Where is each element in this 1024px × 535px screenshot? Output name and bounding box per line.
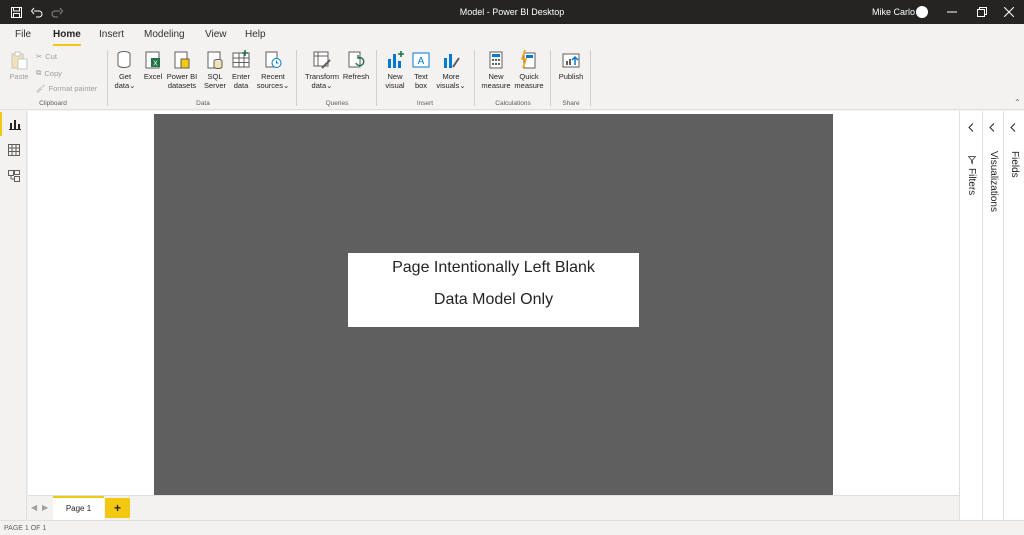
tab-view[interactable]: View — [205, 24, 227, 46]
copy-icon: ⧉ — [36, 68, 42, 77]
dataset-icon — [174, 51, 190, 69]
tab-home[interactable]: Home — [53, 24, 81, 46]
database-icon — [117, 51, 131, 68]
tab-insert[interactable]: Insert — [99, 24, 124, 46]
excel-button[interactable]: X Excel — [142, 50, 164, 81]
next-page-icon[interactable]: ▶ — [42, 503, 48, 512]
model-view-icon[interactable] — [0, 164, 27, 188]
filters-pane[interactable]: Filters — [959, 111, 982, 520]
minimize-icon[interactable] — [937, 0, 967, 24]
copy-button[interactable]: ⧉ Copy — [36, 68, 62, 78]
table-icon — [232, 50, 250, 68]
chevron-left-icon[interactable] — [989, 119, 995, 137]
tab-file[interactable]: File — [15, 24, 31, 46]
text-box-icon: A — [412, 52, 430, 68]
page-tab[interactable]: Page 1 — [53, 496, 104, 520]
chevron-left-icon[interactable] — [968, 119, 974, 137]
group-label-clipboard: Clipboard — [39, 100, 67, 107]
fields-label: Fields — [1009, 151, 1020, 178]
visualizations-label: Visualizations — [988, 151, 999, 212]
fields-pane[interactable]: Fields — [1003, 111, 1024, 520]
quick-measure-button[interactable]: Quick measure — [513, 50, 545, 90]
chevron-down-icon: ⌄ — [282, 81, 290, 90]
collapse-ribbon-icon[interactable]: ⌃ — [1014, 98, 1021, 107]
page-tabs-bar: ◀ ▶ Page 1 + — [28, 495, 959, 520]
left-nav — [0, 111, 27, 520]
transform-icon — [313, 51, 331, 69]
window-title: Model - Power BI Desktop — [459, 7, 565, 17]
ribbon-divider — [296, 50, 297, 106]
sql-server-icon — [207, 51, 223, 69]
report-view-icon[interactable] — [0, 112, 27, 136]
visualizations-pane[interactable]: Visualizations — [982, 111, 1003, 520]
enter-data-button[interactable]: Enter data — [230, 50, 252, 90]
text-line-2: Data Model Only — [433, 291, 554, 308]
calculator-icon — [489, 51, 503, 69]
chevron-down-icon: ⌄ — [129, 81, 136, 90]
report-canvas[interactable]: Page Intentionally Left Blank Data Model… — [28, 111, 959, 495]
text-line-1: Page Intentionally Left Blank — [392, 259, 595, 276]
new-measure-button[interactable]: New measure — [480, 50, 512, 90]
format-painter-button[interactable]: 🖌 Format painter — [36, 84, 97, 93]
transform-data-button[interactable]: Transform data⌄ — [303, 50, 341, 90]
filter-icon — [967, 151, 977, 169]
status-bar: PAGE 1 OF 1 — [0, 520, 1024, 535]
paste-icon — [11, 51, 28, 70]
refresh-icon — [348, 51, 365, 68]
svg-text:X: X — [153, 61, 158, 68]
recent-sources-button[interactable]: Recent sources⌄ — [256, 50, 290, 90]
publish-button[interactable]: Publish — [556, 50, 586, 81]
ribbon-divider — [550, 50, 551, 106]
ribbon-divider — [474, 50, 475, 106]
new-visual-button[interactable]: New visual — [382, 50, 408, 90]
svg-text:A: A — [418, 56, 425, 67]
group-label-queries: Queries — [325, 100, 349, 107]
group-label-data: Data — [196, 100, 210, 107]
menu-bar: File Home Insert Modeling View Help — [0, 24, 1024, 46]
add-page-button[interactable]: + — [105, 498, 130, 518]
paste-label: Paste — [9, 72, 29, 81]
close-icon[interactable] — [994, 0, 1024, 24]
quick-measure-icon — [520, 50, 536, 69]
group-label-insert: Insert — [416, 100, 434, 107]
report-page[interactable]: Page Intentionally Left Blank Data Model… — [154, 114, 833, 495]
ribbon: Paste ✂ Cut ⧉ Copy 🖌 Format painter Clipboa… — [0, 46, 1024, 110]
ribbon-divider — [107, 50, 108, 106]
data-view-icon[interactable] — [0, 138, 27, 162]
refresh-button[interactable]: Refresh — [341, 50, 371, 81]
text-box-visual[interactable]: Page Intentionally Left Blank Data Model… — [348, 253, 639, 327]
excel-icon: X — [145, 51, 160, 69]
more-visuals-button[interactable]: More visuals⌄ — [435, 50, 467, 90]
chevron-left-icon[interactable] — [1010, 119, 1016, 137]
group-label-calculations: Calculations — [495, 100, 531, 107]
bar-chart-icon — [388, 51, 404, 68]
tab-modeling[interactable]: Modeling — [144, 24, 185, 46]
paste-button[interactable]: Paste — [6, 50, 32, 81]
publish-icon — [562, 53, 580, 68]
ribbon-divider — [590, 50, 591, 106]
recent-icon — [265, 51, 282, 68]
restore-icon[interactable] — [967, 0, 997, 24]
text-box-button[interactable]: A Text box — [410, 50, 432, 90]
more-visuals-icon — [444, 54, 460, 68]
filters-label: Filters — [966, 168, 977, 196]
chevron-down-icon: ⌄ — [326, 81, 333, 90]
scissors-icon: ✂ — [36, 52, 43, 61]
sql-server-button[interactable]: SQL Server — [203, 50, 227, 90]
chevron-down-icon: ⌄ — [459, 81, 466, 90]
avatar[interactable] — [916, 6, 928, 18]
title-bar: Model - Power BI Desktop Mike Carlo — [0, 0, 1024, 24]
group-label-share: Share — [562, 100, 580, 107]
cut-button[interactable]: ✂ Cut — [36, 52, 57, 61]
tab-help[interactable]: Help — [245, 24, 266, 46]
power-bi-datasets-button[interactable]: Power BI datasets — [166, 50, 198, 90]
brush-icon: 🖌 — [36, 84, 46, 93]
get-data-button[interactable]: Get data⌄ — [113, 50, 137, 90]
prev-page-icon[interactable]: ◀ — [31, 503, 37, 512]
user-name[interactable]: Mike Carlo — [872, 0, 915, 24]
ribbon-divider — [376, 50, 377, 106]
